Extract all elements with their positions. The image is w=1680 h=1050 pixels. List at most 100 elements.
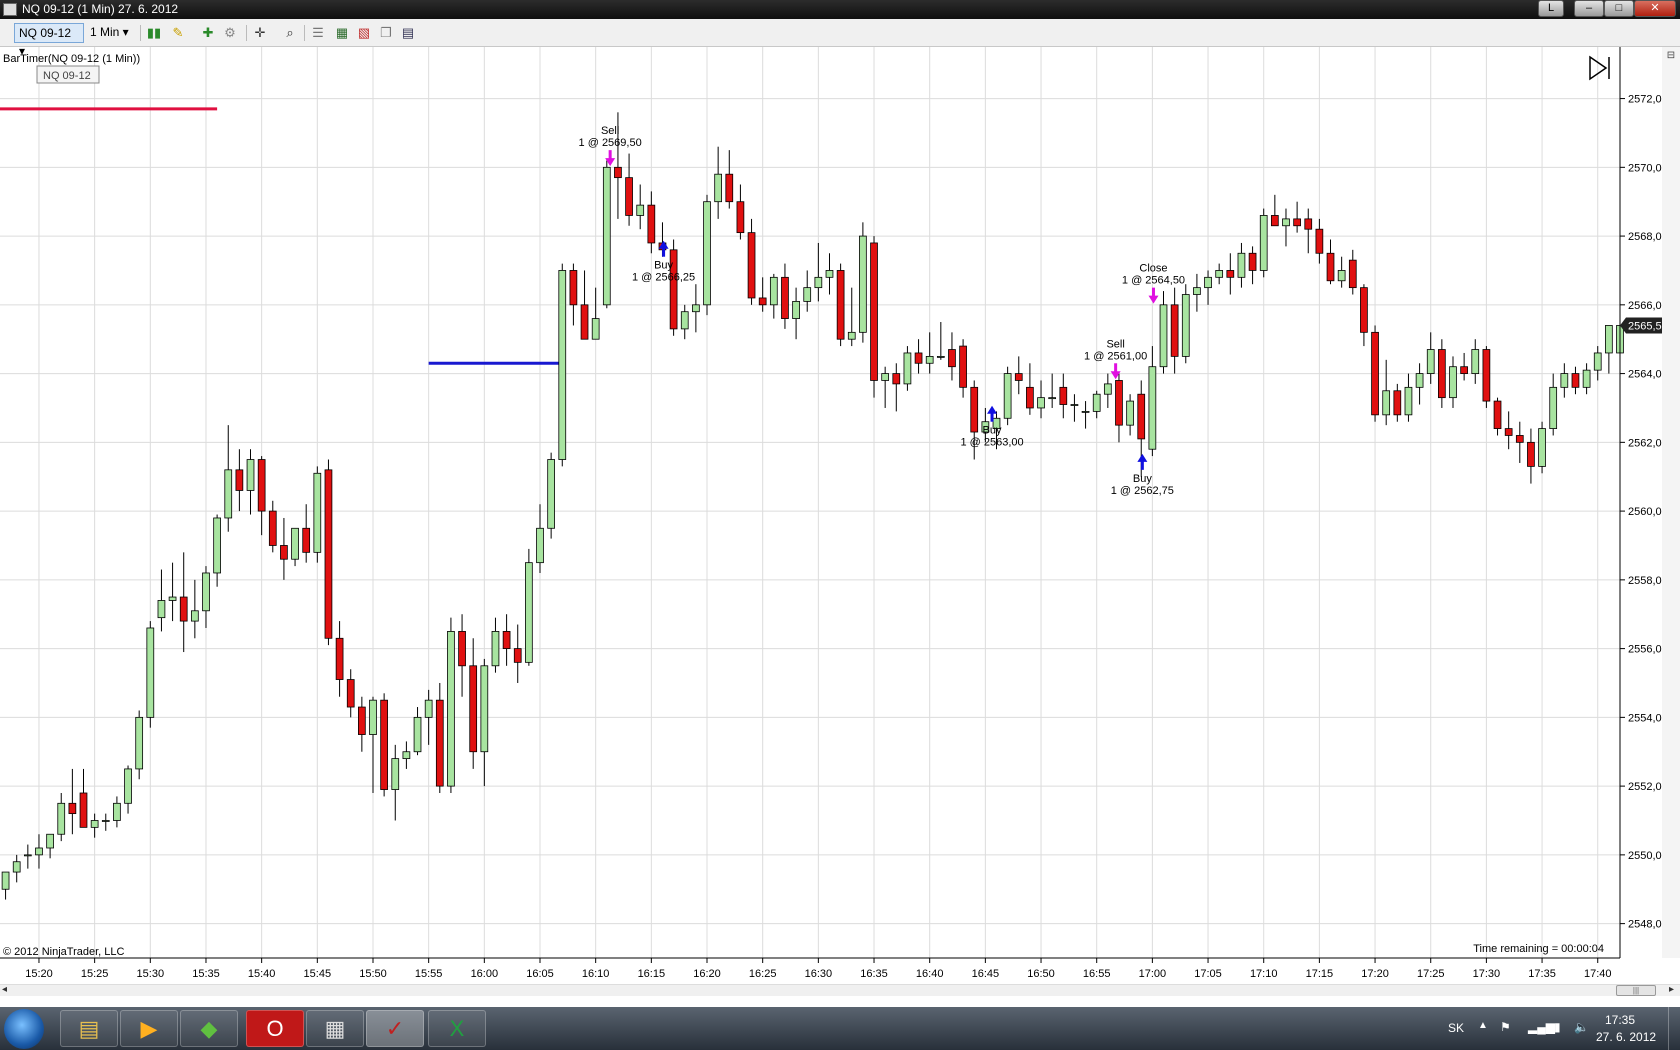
show-desktop-button[interactable]	[1668, 1007, 1680, 1050]
x-tick-label: 15:45	[304, 968, 332, 980]
candle-body	[380, 699, 388, 790]
y-tick-label: 2548,00	[1628, 919, 1668, 931]
x-tick-label: 16:35	[860, 968, 888, 980]
x-tick-label: 15:55	[415, 968, 443, 980]
candle-body	[847, 331, 856, 340]
window-linking-icon[interactable]: ▤	[400, 25, 416, 41]
candle-body	[413, 716, 422, 753]
properties-icon[interactable]: ☰	[310, 25, 326, 41]
candle-body	[1270, 215, 1279, 227]
scroll-to-end-icon[interactable]	[1589, 55, 1610, 81]
link-button[interactable]: L	[1538, 0, 1564, 17]
excel-icon[interactable]: X	[428, 1010, 486, 1047]
strategy-icon[interactable]: ⚙	[222, 25, 238, 41]
candle-body	[1560, 373, 1569, 388]
start-orb-icon[interactable]	[4, 1009, 44, 1049]
tray-flag-icon[interactable]: ⚑	[1500, 1020, 1511, 1034]
candle-body	[1282, 218, 1290, 227]
tray-power-icon[interactable]: ▮	[1554, 1020, 1561, 1034]
zoom-icon[interactable]: ⌕	[282, 25, 298, 41]
instrument-selector[interactable]: NQ 09-12 ▾	[14, 23, 84, 58]
close-button[interactable]: ✕	[1634, 0, 1676, 17]
data-box-icon[interactable]: ▦	[334, 25, 350, 41]
candle-body	[146, 627, 155, 718]
book-app-icon[interactable]: ◆	[180, 1010, 238, 1047]
copy-icon[interactable]: ❐	[378, 25, 394, 41]
candle-body	[1215, 270, 1224, 278]
candle-body	[135, 716, 144, 770]
candle-body	[814, 276, 823, 289]
candle-body	[268, 510, 277, 546]
candle-body	[1148, 366, 1157, 450]
chart-grid	[0, 47, 1620, 958]
y-tick-label: 2560,00	[1628, 506, 1668, 518]
ninjatrader-icon[interactable]: ✓	[366, 1010, 424, 1047]
horizontal-scrollbar[interactable]: ◂ ||| ▸	[0, 984, 1680, 996]
tray-volume-icon[interactable]: 🔈	[1574, 1020, 1589, 1034]
candle-body	[1415, 373, 1424, 388]
execution-side-label: Buy	[1133, 473, 1152, 485]
panel-collapse-icon[interactable]: ⊟	[1667, 50, 1675, 61]
candle-body	[1460, 366, 1468, 374]
pencil-icon[interactable]: ✎	[170, 25, 186, 41]
clock-date[interactable]: 27. 6. 2012	[1596, 1030, 1656, 1044]
add-indicator-icon[interactable]: ✚	[200, 25, 216, 41]
scroll-right-icon[interactable]: ▸	[1669, 984, 1674, 995]
x-tick-label: 15:30	[137, 968, 165, 980]
candle-body	[547, 459, 555, 529]
x-tick-label: 17:15	[1306, 968, 1334, 980]
y-tick-label: 2568,00	[1628, 231, 1668, 243]
x-tick-label: 17:05	[1194, 968, 1222, 980]
candle-body	[458, 631, 466, 667]
price-chart[interactable]: Sell1 @ 2569,50Buy1 @ 2566,25Buy1 @ 2563…	[0, 47, 1680, 984]
candle-body	[391, 758, 400, 790]
candle-body	[1248, 252, 1257, 271]
chart-toolbar: NQ 09-12 ▾ 1 Min ▾ ▮▮ ✎ ✚ ⚙ ✛ ⌕ ☰ ▦ ▧ ❐ …	[0, 19, 1680, 58]
chart-trader-icon[interactable]: ▧	[356, 25, 372, 41]
crosshair-icon[interactable]: ✛	[252, 25, 268, 41]
candle-body	[580, 304, 589, 340]
candle-body	[157, 600, 166, 619]
clock-time[interactable]: 17:35	[1605, 1013, 1635, 1027]
candle-body	[747, 232, 756, 299]
x-tick-label: 17:40	[1584, 968, 1612, 980]
maximize-button[interactable]: □	[1604, 0, 1634, 17]
candle-body	[79, 792, 88, 828]
minimize-button[interactable]: –	[1574, 0, 1604, 17]
candle-body	[736, 201, 745, 234]
sell-arrow-shaft	[608, 150, 612, 160]
media-player-icon[interactable]: ▶	[120, 1010, 178, 1047]
candle-body	[680, 311, 689, 330]
interval-selector[interactable]: 1 Min ▾	[86, 23, 136, 43]
candle-body	[1103, 383, 1112, 395]
buy-arrow-icon	[1137, 453, 1148, 462]
candle-body	[1137, 393, 1146, 440]
candle-body	[1504, 428, 1513, 436]
interval-value: 1 Min	[90, 25, 120, 39]
execution-side-label: Sell	[1106, 338, 1124, 350]
candle-body	[1493, 400, 1502, 429]
execution-side-label: Buy	[654, 260, 673, 272]
buy-arrow-shaft	[990, 412, 994, 422]
candle-body	[113, 802, 121, 821]
execution-price-label: 1 @ 2562,75	[1111, 485, 1174, 497]
app-icon	[3, 3, 17, 16]
calculator-icon[interactable]: ▦	[306, 1010, 364, 1047]
language-indicator[interactable]: SK	[1448, 1021, 1464, 1035]
tray-network-icon[interactable]: ▂▄▆	[1528, 1020, 1555, 1034]
buy-arrow-shaft	[662, 247, 666, 257]
bar-type-icon[interactable]: ▮▮	[146, 25, 162, 41]
tray-expand-icon[interactable]: ▲	[1478, 1020, 1488, 1031]
candle-body	[1126, 400, 1134, 426]
scroll-thumb[interactable]: |||	[1616, 985, 1656, 996]
candle-body	[1159, 304, 1168, 368]
y-tick-label: 2556,00	[1628, 644, 1668, 656]
opera-browser-icon[interactable]: O	[246, 1010, 304, 1047]
x-tick-label: 16:55	[1083, 968, 1111, 980]
candle-body	[257, 459, 266, 512]
candle-body	[914, 352, 923, 364]
file-explorer-icon[interactable]: ▤	[60, 1010, 118, 1047]
scroll-left-icon[interactable]: ◂	[2, 984, 7, 995]
candle-body	[859, 235, 867, 333]
candle-body	[925, 355, 934, 364]
